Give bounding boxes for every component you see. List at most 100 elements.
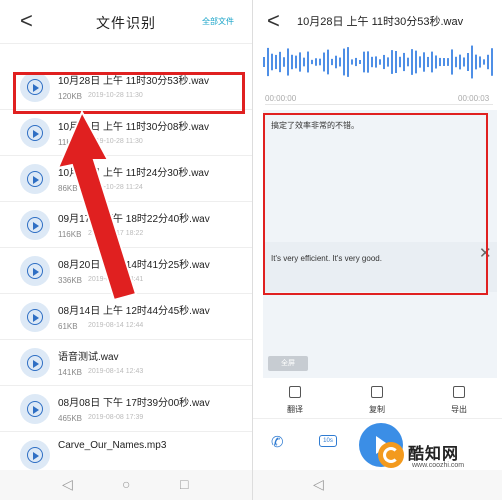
- audio-file-icon: [20, 118, 50, 148]
- file-name: 08月08日 下午 17时39分00秒.wav: [58, 398, 210, 409]
- back-icon[interactable]: <: [267, 8, 280, 34]
- file-name: 10月28日 上午 11时24分30秒.wav: [58, 168, 209, 179]
- all-files-button[interactable]: 全部文件: [202, 16, 234, 27]
- wave-bar: [371, 56, 373, 68]
- wave-bar: [391, 50, 393, 74]
- wave-bar: [351, 59, 353, 65]
- file-size: 116KB: [58, 230, 82, 239]
- wave-bar: [383, 54, 385, 70]
- file-row[interactable]: 08月14日 上午 12时44分45秒.wav 61KB 2019-08-14 …: [0, 294, 252, 340]
- wave-bar: [275, 54, 277, 70]
- file-date: 2019-08-08 17:39: [88, 414, 144, 421]
- audio-file-icon: [20, 348, 50, 378]
- wave-bar: [439, 57, 441, 67]
- file-row[interactable]: 09月17日 下午 18时22分40秒.wav 116KB 2019-09-17…: [0, 202, 252, 248]
- file-size: 465KB: [58, 414, 83, 423]
- audio-file-icon: [20, 256, 50, 286]
- header-bar: < 文件识别 全部文件: [0, 0, 252, 44]
- file-name: 09月17日 下午 18时22分40秒.wav: [58, 214, 210, 225]
- wave-bar: [415, 50, 417, 74]
- progress-track[interactable]: [265, 104, 493, 105]
- wave-bar: [263, 57, 265, 67]
- file-list-screen: < 文件识别 全部文件 10月28日 上午 11时30分53秒.wav 120K…: [0, 0, 252, 500]
- file-date: 2019-09-17 18:22: [88, 230, 144, 237]
- file-size: 61KB: [58, 322, 78, 331]
- file-row[interactable]: 语音测试.wav 141KB 2019-08-14 12:43: [0, 340, 252, 386]
- watermark-logo-icon: [378, 442, 404, 468]
- file-date: 2019-10-28 11:30: [88, 138, 143, 145]
- wave-bar: [359, 59, 361, 65]
- highlight-box: [263, 113, 488, 295]
- wave-bar: [379, 59, 381, 65]
- file-size: 141KB: [58, 368, 83, 377]
- wave-bar: [267, 47, 269, 77]
- action-label: 复制: [369, 405, 385, 414]
- wave-bar: [283, 57, 285, 67]
- wave-bar: [363, 51, 365, 73]
- watermark: 酷知网 www.coozhi.com: [378, 438, 502, 478]
- wave-bar: [387, 57, 389, 67]
- file-name: 10月28日 上午 11时30分08秒.wav: [58, 122, 209, 133]
- audio-file-icon: [20, 302, 50, 332]
- audio-file-icon: [20, 210, 50, 240]
- waveform[interactable]: [263, 40, 495, 84]
- skip-button[interactable]: 10s: [319, 435, 337, 447]
- wave-bar: [411, 49, 413, 75]
- copy-button[interactable]: 复制: [347, 386, 407, 415]
- wave-bar: [475, 54, 477, 70]
- wave-bar: [319, 58, 321, 66]
- watermark-url: www.coozhi.com: [412, 462, 465, 469]
- wave-bar: [271, 53, 273, 71]
- wave-bar: [343, 48, 345, 76]
- translate-button[interactable]: 翻译: [265, 386, 325, 415]
- wave-bar: [447, 58, 449, 66]
- file-name: 08月20日 下午 14时41分25秒.wav: [58, 260, 210, 271]
- wave-bar: [479, 56, 481, 68]
- time-end: 00:00:03: [458, 94, 490, 103]
- wave-bar: [463, 57, 465, 67]
- nav-home-icon[interactable]: ○: [122, 476, 130, 492]
- nav-back-icon[interactable]: ◁: [313, 476, 324, 493]
- wave-bar: [339, 57, 341, 67]
- wave-bar: [419, 56, 421, 68]
- wave-bar: [311, 59, 313, 65]
- wave-bar: [435, 55, 437, 69]
- file-date: 2019-10-28 11:24: [88, 184, 143, 191]
- file-row[interactable]: 10月28日 上午 11时24分30秒.wav 86KB 2019-10-28 …: [0, 156, 252, 202]
- wave-bar: [471, 45, 473, 79]
- wave-bar: [467, 52, 469, 72]
- phone-icon[interactable]: ✆: [271, 433, 284, 451]
- action-label: 导出: [451, 405, 467, 414]
- wave-bar: [483, 59, 485, 65]
- wave-bar: [375, 56, 377, 68]
- copy-icon: [371, 386, 383, 398]
- wave-bar: [403, 52, 405, 72]
- wave-bar: [347, 47, 349, 77]
- wave-bar: [287, 48, 289, 76]
- export-icon: [453, 386, 465, 398]
- file-row[interactable]: 10月28日 上午 11时30分08秒.wav 11KB 2019-10-28 …: [0, 110, 252, 156]
- wave-bar: [423, 52, 425, 72]
- file-row[interactable]: 08月08日 下午 17时39分00秒.wav 465KB 2019-08-08…: [0, 386, 252, 432]
- file-name: 语音测试.wav: [58, 352, 119, 363]
- file-name: Carve_Our_Names.mp3: [58, 440, 167, 451]
- wave-bar: [407, 57, 409, 67]
- wave-bar: [487, 54, 489, 70]
- wave-bar: [443, 58, 445, 66]
- wave-bar: [291, 54, 293, 70]
- fullscreen-button[interactable]: 全屏: [268, 356, 308, 371]
- wave-bar: [303, 57, 305, 67]
- wave-bar: [367, 51, 369, 73]
- nav-recent-icon[interactable]: □: [180, 476, 188, 492]
- export-button[interactable]: 导出: [429, 386, 489, 415]
- file-name: 08月14日 上午 12时44分45秒.wav: [58, 306, 210, 317]
- wave-bar: [427, 56, 429, 68]
- audio-file-icon: [20, 394, 50, 424]
- file-row[interactable]: 08月20日 下午 14时41分25秒.wav 336KB 2019-08-20…: [0, 248, 252, 294]
- wave-bar: [295, 55, 297, 69]
- wave-bar: [323, 52, 325, 72]
- nav-back-icon[interactable]: ◁: [62, 476, 73, 493]
- file-list: 10月28日 上午 11时30分53秒.wav 120KB 2019-10-28…: [0, 64, 252, 478]
- wave-bar: [299, 52, 301, 72]
- recording-title: 10月28日 上午 11时30分53秒.wav: [297, 16, 464, 28]
